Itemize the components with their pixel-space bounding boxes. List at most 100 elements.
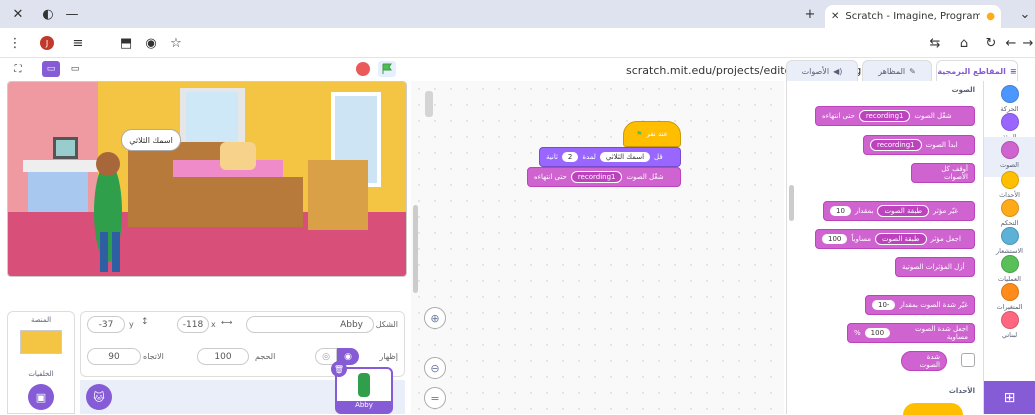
category-dot-icon [1000, 141, 1019, 159]
category-dot-icon [1000, 199, 1019, 217]
forward-icon[interactable]: → [1021, 35, 1035, 51]
hat-block[interactable]: عند نقر ⚑ [623, 121, 681, 147]
say-for-secs-block[interactable]: قل اسمك الثلاثي لمدة 2 ثانية [539, 147, 681, 167]
size-input[interactable]: 100 [197, 348, 249, 365]
sound-dropdown[interactable]: recording1 [858, 110, 911, 122]
site-settings-icon[interactable]: ⇆ [927, 35, 943, 51]
new-tab-icon[interactable]: + [802, 6, 818, 22]
palette-clear-effects[interactable]: أزل المؤثرات الصوتية [895, 257, 975, 277]
choose-backdrop-button[interactable]: ▣ [28, 384, 54, 410]
stage-thumbnail[interactable] [20, 330, 62, 354]
effect-dropdown[interactable]: طبقة الصوت [877, 205, 930, 217]
x-input[interactable]: -118 [177, 316, 209, 333]
play-sound-until-label: حتى انتهاءه [534, 173, 567, 181]
zoom-in-icon[interactable]: ⊕ [424, 307, 446, 329]
sprite-name-input[interactable]: Abby [246, 316, 374, 333]
category-menu: الحركة الهيئة الصوت الأحداث التحكم الاست… [984, 81, 1035, 414]
volume-value-input[interactable]: 100 [864, 328, 891, 338]
sprite-tile-abby[interactable]: 🗑 Abby [331, 361, 393, 414]
code-scrollbar[interactable] [413, 205, 418, 293]
code-icon: ≡ [1009, 67, 1017, 76]
download-icon[interactable]: ⬒ [118, 35, 134, 51]
large-stage-icon[interactable]: ▭ [66, 61, 84, 77]
show-label: إظهار [379, 352, 398, 361]
tab-menu-icon[interactable]: ⌄ [1018, 6, 1032, 22]
volume-checkbox[interactable] [961, 353, 975, 367]
reload-icon[interactable]: ↻ [983, 35, 999, 51]
add-extension-button[interactable]: ⊞ [984, 381, 1035, 414]
zoom-out-icon[interactable]: ⊖ [424, 357, 446, 379]
block-label: أوقف كل الأصوات [941, 165, 968, 181]
sprite-name-label: الشكل [375, 320, 398, 329]
size-label: الحجم [255, 352, 276, 361]
menu-icon[interactable]: ⋮ [9, 35, 22, 51]
palette-scrollbar[interactable] [789, 185, 794, 221]
palette-stop-all-sounds[interactable]: أوقف كل الأصوات [911, 163, 975, 183]
palette-play-sound-until-done[interactable]: شغّل الصوت recording1 حتى انتهاءه [815, 106, 975, 126]
brush-icon: ✎ [909, 67, 916, 76]
speaker-icon: ◀) [833, 67, 843, 76]
stop-icon[interactable] [356, 62, 370, 76]
say-secs-input[interactable]: 2 [561, 152, 579, 162]
palette-change-volume[interactable]: غيّر شدة الصوت بمقدار -10 [865, 295, 975, 315]
category-dot-icon [1000, 85, 1019, 103]
green-flag-icon[interactable] [378, 61, 396, 77]
fullscreen-icon[interactable]: ⛶ [10, 61, 26, 77]
block-label: أزل المؤثرات الصوتية [902, 263, 965, 271]
sprite-tile-name: Abby [337, 401, 391, 412]
palette-set-volume[interactable]: اجعل شدة الصوت مساوية 100 % [847, 323, 975, 343]
tab-costumes[interactable]: المظاهر ✎ [862, 60, 932, 82]
effect-value-input[interactable]: 100 [822, 234, 848, 244]
stage-selector[interactable]: المنصة الخلفيات ▣ [7, 311, 75, 414]
y-arrows-icon: ↕ [141, 317, 149, 327]
x-arrows-icon: ⟷ [221, 318, 233, 327]
category-label: لبناتي [1001, 331, 1018, 339]
minimize-icon[interactable]: — [64, 6, 80, 22]
stage[interactable]: اسمك الثلاثي [7, 81, 407, 277]
bookmark-star-icon[interactable]: ☆ [168, 35, 184, 51]
extensions-icon[interactable]: ≡ [70, 35, 86, 51]
bedroom-backdrop [8, 82, 406, 276]
back-icon[interactable]: ← [1003, 35, 1019, 51]
profile-avatar[interactable]: J [40, 36, 54, 50]
small-stage-icon[interactable]: ▭ [42, 61, 60, 77]
close-window-icon[interactable]: ✕ [10, 6, 26, 22]
category-dot-icon [1000, 227, 1019, 245]
volume-value-input[interactable]: -10 [872, 300, 896, 310]
say-secs-label: ثانية [546, 153, 558, 161]
category-my-blocks[interactable]: لبناتي [984, 307, 1035, 347]
home-icon[interactable]: ⌂ [956, 35, 972, 51]
zoom-reset-icon[interactable]: = [424, 387, 446, 409]
sprite-list: 🐱 🗑 Abby [80, 361, 405, 414]
record-icon[interactable]: ◉ [143, 35, 159, 51]
direction-input[interactable]: 90 [87, 348, 141, 365]
code-area[interactable]: عند نقر ⚑ قل اسمك الثلاثي لمدة 2 ثانية ش… [411, 81, 784, 414]
palette-change-effect[interactable]: غيّر مؤثر طبقة الصوت بمقدار 10 [823, 201, 975, 221]
tab-search-icon[interactable]: ◐ [40, 6, 56, 22]
palette-set-effect[interactable]: اجعل مؤثر طبقة الصوت مساوياً 100 [815, 229, 975, 249]
palette-volume-reporter[interactable]: شدة الصوت [901, 351, 947, 371]
block-palette[interactable]: الصوت شغّل الصوت recording1 حتى انتهاءه … [786, 81, 984, 415]
palette-start-sound[interactable]: ابدأ الصوت recording1 [863, 135, 975, 155]
effect-dropdown[interactable]: طبقة الصوت [874, 233, 927, 245]
say-label: قل [654, 153, 663, 161]
tab-code[interactable]: المقاطع البرمجية ≡ [936, 60, 1018, 82]
say-text-input[interactable]: اسمك الثلاثي [599, 152, 651, 162]
hat-block-label: عند نقر [646, 130, 668, 138]
category-dot-icon [1000, 283, 1019, 301]
speech-bubble: اسمك الثلاثي [121, 129, 181, 151]
play-sound-block[interactable]: شغّل الصوت recording1 حتى انتهاءه [527, 167, 681, 187]
sound-section-header: الصوت [951, 86, 975, 94]
block-label: شغّل الصوت [914, 112, 952, 120]
y-input[interactable]: -37 [87, 316, 125, 333]
sound-dropdown[interactable]: recording1 [870, 139, 922, 151]
effect-value-input[interactable]: 10 [830, 206, 851, 216]
play-sound-dropdown[interactable]: recording1 [570, 171, 623, 183]
green-flag-icon: ⚑ [636, 130, 643, 138]
close-tab-icon[interactable]: ✕ [831, 11, 839, 22]
address-bar-row: ⋮ J ≡ ⬒ ◉ ☆ scratch.mit.edu/projects/edi… [0, 28, 1035, 77]
browser-tab[interactable]: ✕ Scratch - Imagine, Program, Sh ● [825, 5, 1001, 28]
delete-sprite-icon[interactable]: 🗑 [331, 361, 347, 377]
tab-sounds[interactable]: الأصوات ◀) [786, 60, 858, 82]
choose-sprite-button[interactable]: 🐱 [86, 384, 112, 410]
